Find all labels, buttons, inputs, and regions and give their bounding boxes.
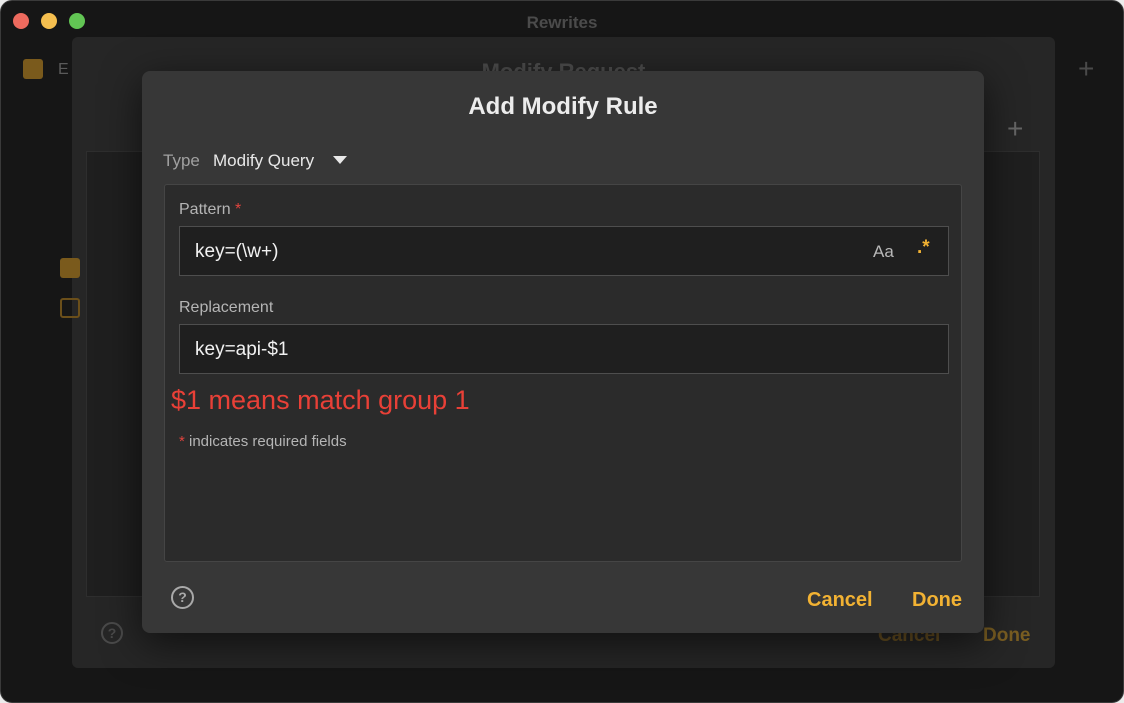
annotation-text: $1 means match group 1 [171, 385, 470, 415]
enable-label: E [58, 61, 69, 78]
plus-icon[interactable]: + [1078, 53, 1094, 85]
regex-toggle-icon[interactable]: .* [917, 237, 930, 259]
rewrites-window: Rewrites E + Modify Request + ? Cancel D… [0, 0, 1124, 703]
window-title: Rewrites [526, 13, 598, 32]
help-icon[interactable]: ? [101, 622, 123, 644]
case-sensitive-toggle-icon[interactable]: Aa [873, 242, 894, 262]
dialog-title: Add Modify Rule [468, 93, 658, 120]
replacement-input[interactable]: key=api-$1 [179, 324, 949, 374]
rule-checkbox[interactable] [60, 258, 80, 278]
help-icon[interactable]: ? [171, 586, 194, 609]
enable-checkbox[interactable] [23, 59, 43, 79]
chevron-down-icon[interactable] [333, 156, 347, 164]
rule-checkbox[interactable] [60, 298, 80, 318]
pattern-label-text: Pattern [179, 201, 231, 218]
title-bar: Rewrites [1, 1, 1123, 41]
pattern-label: Pattern * [179, 201, 241, 219]
add-rule-plus-icon[interactable]: + [1007, 113, 1023, 145]
replacement-label: Replacement [179, 299, 274, 316]
rule-panel: Pattern * key=(\w+) Aa .* Replacement ke… [164, 184, 962, 562]
required-note-text: indicates required fields [184, 433, 347, 450]
type-label: Type [163, 151, 200, 170]
required-marker: * [235, 201, 242, 218]
replacement-value: key=api-$1 [195, 339, 289, 360]
type-dropdown[interactable]: Modify Query [213, 151, 314, 171]
add-modify-rule-dialog: Add Modify Rule Type Modify Query Patter… [142, 71, 984, 633]
pattern-input[interactable]: key=(\w+) Aa .* [179, 226, 949, 276]
done-button[interactable]: Done [912, 589, 962, 612]
required-fields-note: * indicates required fields [179, 433, 347, 450]
pattern-value: key=(\w+) [195, 241, 279, 262]
sheet-done-button[interactable]: Done [983, 625, 1031, 647]
cancel-button[interactable]: Cancel [807, 589, 873, 612]
